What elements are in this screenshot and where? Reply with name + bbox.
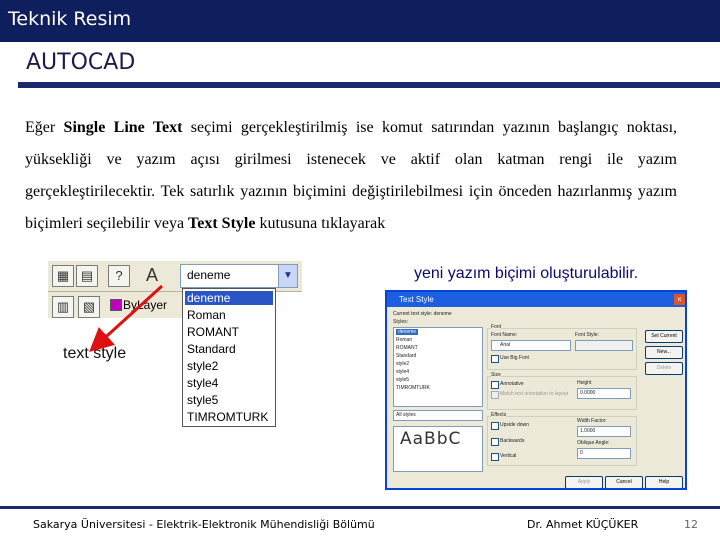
text-style-list-item[interactable]: deneme bbox=[185, 291, 273, 305]
new-style-button[interactable]: New... bbox=[645, 346, 683, 359]
layer-color-swatch bbox=[110, 299, 122, 311]
chevron-down-icon[interactable]: ▼ bbox=[278, 265, 297, 287]
dialog-titlebar: Text Style × bbox=[387, 292, 685, 307]
width-factor-label: Width Factor: bbox=[577, 418, 607, 424]
dialog-style-item[interactable]: Roman bbox=[396, 337, 412, 343]
height-input[interactable]: 0.0000 bbox=[577, 388, 631, 399]
caption-right: yeni yazım biçimi oluşturulabilir. bbox=[414, 265, 639, 282]
font-name-value: Arial bbox=[500, 342, 511, 348]
footer-divider bbox=[0, 506, 720, 509]
backwards-label: Backwards bbox=[500, 438, 525, 444]
cancel-button[interactable]: Cancel bbox=[605, 476, 643, 488]
text-style-dropdown-value: deneme bbox=[187, 268, 231, 282]
styles-filter-select[interactable]: All styles bbox=[393, 410, 483, 421]
footer-institution: Sakarya Üniversitesi - Elektrik-Elektron… bbox=[33, 518, 375, 531]
dialog-style-item[interactable]: ROMANT bbox=[396, 345, 418, 351]
layer-manager-icon[interactable]: ▦ bbox=[52, 265, 74, 287]
use-big-font-checkbox[interactable] bbox=[491, 355, 499, 363]
delete-style-button[interactable]: Delete bbox=[645, 362, 683, 375]
text-style-list[interactable]: deneme Roman ROMANT Standard style2 style4 sty… bbox=[182, 288, 276, 427]
backwards-checkbox[interactable] bbox=[491, 438, 499, 446]
annotative-label: Annotative bbox=[500, 381, 524, 387]
height-label: Height bbox=[577, 380, 592, 386]
styles-listbox[interactable]: deneme Roman ROMANT Standard style2 style4 sty… bbox=[393, 327, 483, 407]
oblique-angle-label: Oblique Angle: bbox=[577, 440, 610, 446]
body-term-single-line-text: Single Line Text bbox=[63, 119, 183, 136]
dialog-style-item[interactable]: Standard bbox=[396, 353, 416, 359]
height-value: 0.0000 bbox=[580, 390, 596, 396]
use-big-font-label: Use Big Font bbox=[500, 355, 529, 361]
dialog-style-item[interactable]: deneme bbox=[396, 329, 419, 335]
close-icon[interactable]: × bbox=[674, 294, 685, 305]
font-name-label: Font Name: bbox=[491, 332, 518, 338]
dialog-style-item[interactable]: style5 bbox=[396, 377, 409, 383]
match-orientation-checkbox[interactable] bbox=[491, 391, 499, 399]
styles-label: Styles: bbox=[393, 319, 409, 325]
oblique-angle-input[interactable]: 0 bbox=[577, 448, 631, 459]
section-divider bbox=[18, 82, 720, 88]
text-style-dialog: Text Style × Current text style: deneme … bbox=[385, 290, 687, 490]
text-style-list-item[interactable]: ROMANT bbox=[187, 325, 239, 339]
help-icon[interactable]: ? bbox=[108, 265, 130, 287]
font-style-label: Font Style: bbox=[575, 332, 599, 338]
vertical-checkbox[interactable] bbox=[491, 453, 499, 461]
dialog-style-item[interactable]: style4 bbox=[396, 369, 409, 375]
font-group-label: Font bbox=[491, 324, 502, 330]
text-style-list-item[interactable]: Standard bbox=[187, 342, 236, 356]
body-term-text-style: Text Style bbox=[188, 215, 256, 232]
oblique-angle-value: 0 bbox=[580, 450, 583, 456]
vertical-label: Vertical bbox=[500, 453, 517, 459]
layer-state-icon[interactable]: ▧ bbox=[78, 296, 100, 318]
dialog-style-item[interactable]: style2 bbox=[396, 361, 409, 367]
header-bar: Teknik Resim bbox=[0, 0, 720, 42]
calculator-icon[interactable]: ▤ bbox=[76, 265, 98, 287]
font-style-select[interactable] bbox=[575, 340, 633, 351]
text-style-list-item[interactable]: style5 bbox=[187, 393, 218, 407]
upside-down-label: Upside down bbox=[500, 422, 529, 428]
text-style-list-item[interactable]: Roman bbox=[187, 308, 226, 322]
text-style-list-item[interactable]: style2 bbox=[187, 359, 218, 373]
set-current-button[interactable]: Set Current bbox=[645, 330, 683, 343]
annotative-checkbox[interactable] bbox=[491, 381, 499, 389]
page-number: 12 bbox=[684, 518, 698, 531]
callout-text-style: text style bbox=[63, 345, 127, 362]
width-factor-input[interactable]: 1.0000 bbox=[577, 426, 631, 437]
preview-box: AaBbC bbox=[393, 426, 483, 472]
body-text-3: kutusuna tıklayarak bbox=[255, 215, 386, 232]
layer-label: ByLayer bbox=[123, 298, 168, 312]
dialog-style-item[interactable]: TIMROMTURK bbox=[396, 385, 430, 391]
dialog-title: Text Style bbox=[399, 295, 434, 304]
width-factor-value: 1.0000 bbox=[580, 428, 596, 434]
text-style-list-item[interactable]: TIMROMTURK bbox=[187, 410, 268, 424]
upside-down-checkbox[interactable] bbox=[491, 422, 499, 430]
size-group-label: Size bbox=[491, 372, 501, 378]
section-title: AUTOCAD bbox=[26, 50, 136, 75]
header-title: Teknik Resim bbox=[8, 8, 132, 30]
layer-icon[interactable]: ▥ bbox=[52, 296, 74, 318]
current-style-label: Current text style: deneme bbox=[393, 311, 452, 317]
styles-filter-value: All styles bbox=[396, 412, 416, 418]
body-text-1: Eğer bbox=[25, 119, 64, 136]
body-paragraph: Eğer Single Line Text seçimi gerçekleşti… bbox=[25, 112, 677, 240]
match-orientation-label: Match text orientation to layout bbox=[500, 391, 569, 397]
footer-author: Dr. Ahmet KÜÇÜKER bbox=[527, 518, 639, 531]
preview-text: AaBbC bbox=[400, 429, 462, 449]
text-style-list-item[interactable]: style4 bbox=[187, 376, 218, 390]
font-name-select[interactable]: Arial bbox=[491, 340, 571, 351]
help-button[interactable]: Help bbox=[645, 476, 683, 488]
effects-group-label: Effects bbox=[491, 412, 507, 418]
text-style-icon[interactable]: A bbox=[142, 265, 162, 285]
apply-button[interactable]: Apply bbox=[565, 476, 603, 488]
text-style-dropdown[interactable]: deneme ▼ bbox=[180, 264, 298, 288]
